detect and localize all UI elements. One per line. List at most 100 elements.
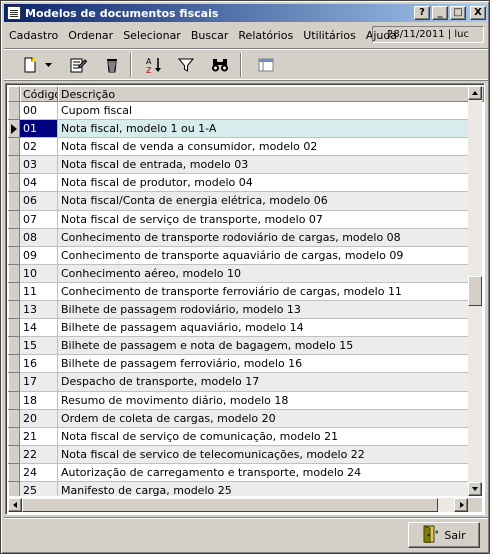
cell-description[interactable]: Bilhete de passagem rodoviário, modelo 1… bbox=[58, 301, 470, 320]
row-indicator[interactable] bbox=[8, 373, 20, 392]
cell-description[interactable]: Bilhete de passagem aquaviário, modelo 1… bbox=[58, 319, 470, 338]
table-row[interactable]: 01 Nota fiscal, modelo 1 ou 1-A bbox=[8, 120, 470, 139]
documents-grid[interactable]: Código Descrição 00 Cupom fiscal 01 Nota fi… bbox=[5, 83, 485, 515]
menu-utilitarios[interactable]: Utilitários bbox=[298, 29, 361, 42]
cell-code[interactable]: 24 bbox=[20, 463, 58, 482]
row-indicator[interactable] bbox=[8, 427, 20, 446]
menu-buscar[interactable]: Buscar bbox=[186, 29, 234, 42]
menu-relatorios[interactable]: Relatórios bbox=[233, 29, 298, 42]
row-indicator[interactable] bbox=[8, 445, 20, 464]
cell-code[interactable]: 13 bbox=[20, 301, 58, 320]
menu-selecionar[interactable]: Selecionar bbox=[118, 29, 186, 42]
header-description[interactable]: Descrição bbox=[58, 86, 484, 102]
row-indicator[interactable] bbox=[8, 138, 20, 157]
menu-ordenar[interactable]: Ordenar bbox=[63, 29, 118, 42]
cell-code[interactable]: 25 bbox=[20, 481, 58, 496]
row-indicator[interactable] bbox=[8, 102, 20, 121]
cell-description[interactable]: Bilhete de passagem ferroviário, modelo … bbox=[58, 355, 470, 374]
exit-button[interactable]: Sair bbox=[408, 522, 480, 548]
table-row[interactable]: 25 Manifesto de carga, modelo 25 bbox=[8, 481, 470, 496]
cell-description[interactable]: Conhecimento de transporte ferroviário d… bbox=[58, 282, 470, 302]
table-row[interactable]: 22 Nota fiscal de servico de telecomunica… bbox=[8, 445, 470, 464]
row-indicator[interactable] bbox=[8, 481, 20, 496]
minimize-button[interactable]: _ bbox=[432, 6, 448, 20]
row-indicator[interactable] bbox=[8, 301, 20, 320]
table-row[interactable]: 03 Nota fiscal de entrada, modelo 03 bbox=[8, 156, 470, 175]
cell-description[interactable]: Conhecimento de transporte rodoviário de… bbox=[58, 228, 470, 247]
scroll-down-button[interactable] bbox=[468, 482, 482, 496]
table-row[interactable]: 17 Despacho de transporte, modelo 17 bbox=[8, 373, 470, 392]
cell-code[interactable]: 17 bbox=[20, 373, 58, 392]
cell-description[interactable]: Bilhete de passagem e nota de bagagem, m… bbox=[58, 337, 470, 356]
table-row[interactable]: 18 Resumo de movimento diário, modelo 18 bbox=[8, 391, 470, 410]
dropdown-arrow-icon[interactable] bbox=[42, 54, 54, 76]
binoculars-icon[interactable] bbox=[208, 54, 232, 76]
table-row[interactable]: 11 Conhecimento de transporte ferroviário… bbox=[8, 282, 470, 302]
table-row[interactable]: 24 Autorização de carregamento e transpor… bbox=[8, 463, 470, 482]
cell-code[interactable]: 04 bbox=[20, 174, 58, 193]
close-button[interactable]: X bbox=[470, 6, 486, 20]
table-row[interactable]: 16 Bilhete de passagem ferroviário, model… bbox=[8, 355, 470, 374]
cell-description[interactable]: Conhecimento de transporte aquaviário de… bbox=[58, 246, 470, 265]
layout-icon[interactable] bbox=[254, 54, 278, 76]
table-row[interactable]: 10 Conhecimento aéreo, modelo 10 bbox=[8, 264, 470, 283]
menu-cadastro[interactable]: Cadastro bbox=[4, 29, 63, 42]
cell-description[interactable]: Nota fiscal/Conta de energia elétrica, m… bbox=[58, 192, 470, 211]
row-indicator[interactable] bbox=[8, 210, 20, 229]
table-row[interactable]: 13 Bilhete de passagem rodoviário, modelo… bbox=[8, 301, 470, 320]
edit-record-icon[interactable] bbox=[66, 54, 90, 76]
cell-code[interactable]: 14 bbox=[20, 319, 58, 338]
cell-description[interactable]: Nota fiscal de produtor, modelo 04 bbox=[58, 174, 470, 193]
cell-description[interactable]: Nota fiscal de venda a consumidor, model… bbox=[58, 138, 470, 157]
filter-icon[interactable] bbox=[174, 54, 198, 76]
cell-code[interactable]: 09 bbox=[20, 246, 58, 265]
horizontal-scrollbar[interactable] bbox=[8, 498, 468, 512]
row-indicator[interactable] bbox=[8, 120, 20, 139]
cell-description[interactable]: Resumo de movimento diário, modelo 18 bbox=[58, 391, 470, 410]
table-row[interactable]: 06 Nota fiscal/Conta de energia elétrica,… bbox=[8, 192, 470, 211]
cell-code[interactable]: 15 bbox=[20, 337, 58, 356]
scroll-left-button[interactable] bbox=[8, 498, 22, 512]
cell-code[interactable]: 10 bbox=[20, 264, 58, 283]
cell-code[interactable]: 16 bbox=[20, 355, 58, 374]
cell-description[interactable]: Nota fiscal de entrada, modelo 03 bbox=[58, 156, 470, 175]
cell-code[interactable]: 08 bbox=[20, 228, 58, 247]
cell-description[interactable]: Nota fiscal de servico de telecomunicaçõ… bbox=[58, 445, 470, 464]
table-row[interactable]: 07 Nota fiscal de serviço de transporte, … bbox=[8, 210, 470, 229]
row-indicator[interactable] bbox=[8, 246, 20, 265]
table-row[interactable]: 02 Nota fiscal de venda a consumidor, mod… bbox=[8, 138, 470, 157]
cell-code[interactable]: 11 bbox=[20, 282, 58, 302]
row-indicator[interactable] bbox=[8, 228, 20, 247]
sort-az-icon[interactable]: AZ bbox=[142, 54, 166, 76]
cell-code[interactable]: 03 bbox=[20, 156, 58, 175]
cell-code[interactable]: 20 bbox=[20, 409, 58, 428]
help-button[interactable]: ? bbox=[414, 6, 430, 20]
maximize-button[interactable]: □ bbox=[450, 6, 466, 20]
row-indicator[interactable] bbox=[8, 264, 20, 283]
cell-description[interactable]: Manifesto de carga, modelo 25 bbox=[58, 481, 470, 496]
delete-icon[interactable] bbox=[100, 54, 124, 76]
cell-description[interactable]: Autorização de carregamento e transporte… bbox=[58, 463, 470, 482]
row-indicator[interactable] bbox=[8, 355, 20, 374]
cell-code[interactable]: 07 bbox=[20, 210, 58, 229]
cell-code[interactable]: 18 bbox=[20, 391, 58, 410]
table-row[interactable]: 15 Bilhete de passagem e nota de bagagem,… bbox=[8, 337, 470, 356]
cell-code[interactable]: 02 bbox=[20, 138, 58, 157]
row-indicator[interactable] bbox=[8, 391, 20, 410]
cell-description[interactable]: Cupom fiscal bbox=[58, 102, 470, 121]
table-row[interactable]: 09 Conhecimento de transporte aquaviário … bbox=[8, 246, 470, 265]
row-indicator[interactable] bbox=[8, 174, 20, 193]
scroll-up-button[interactable] bbox=[468, 86, 482, 100]
vertical-scroll-thumb[interactable] bbox=[468, 276, 482, 306]
cell-description[interactable]: Nota fiscal de serviço de comunicação, m… bbox=[58, 427, 470, 446]
table-row[interactable]: 20 Ordem de coleta de cargas, modelo 20 bbox=[8, 409, 470, 428]
row-indicator[interactable] bbox=[8, 282, 20, 302]
cell-code[interactable]: 01 bbox=[20, 120, 58, 139]
row-indicator[interactable] bbox=[8, 337, 20, 356]
title-bar[interactable]: Modelos de documentos fiscais ? _ □ X bbox=[4, 4, 488, 22]
header-code[interactable]: Código bbox=[20, 86, 58, 102]
table-row[interactable]: 00 Cupom fiscal bbox=[8, 102, 470, 121]
cell-code[interactable]: 06 bbox=[20, 192, 58, 211]
vertical-scrollbar[interactable] bbox=[468, 86, 482, 496]
cell-code[interactable]: 21 bbox=[20, 427, 58, 446]
